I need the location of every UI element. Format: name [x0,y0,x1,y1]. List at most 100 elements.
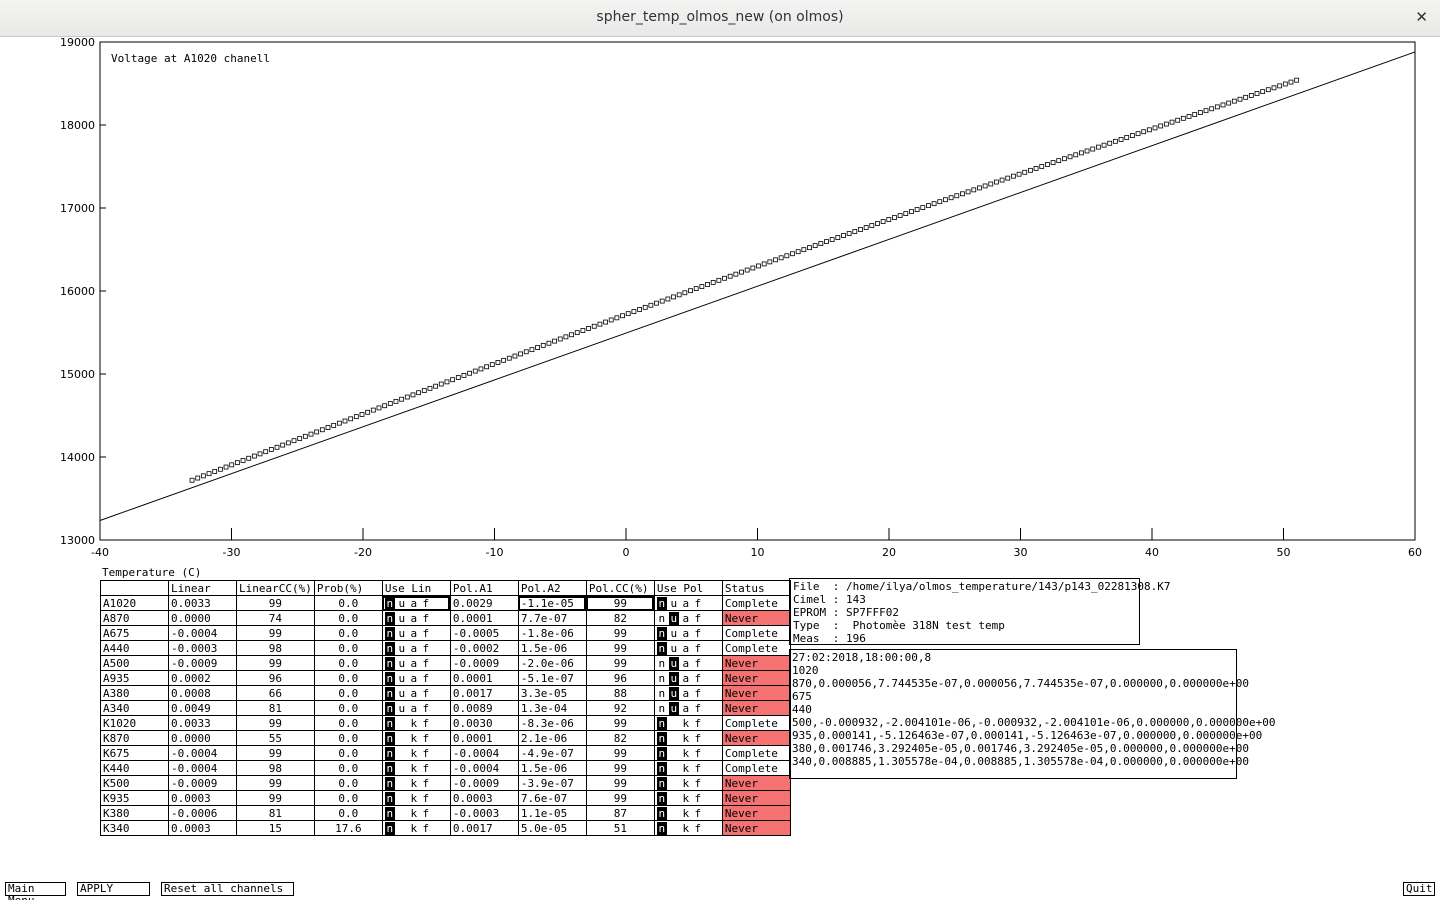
flag-toggle[interactable]: k [681,792,691,805]
table-row[interactable]: K1020 0.0033 99 0.0 n k f 0.0030 -8.3e-06 99 n kf… [100,715,791,731]
use-flags[interactable]: n kf [653,760,723,776]
flag-toggle[interactable]: k [409,807,419,820]
flag-toggle[interactable]: n [384,716,395,730]
apply-button[interactable]: APPLY [77,882,150,896]
flag-toggle[interactable]: f [421,807,431,820]
use-flags[interactable]: n kf [653,775,723,791]
flag-toggle[interactable]: f [421,747,431,760]
table-row[interactable]: A675 -0.0004 99 0.0 n u a f -0.0005 -1.8e-06 99 n u a… [100,625,791,641]
flag-toggle[interactable]: u [397,657,407,670]
flag-toggle[interactable]: a [409,657,419,670]
use-flags[interactable]: nuaf [653,610,723,626]
use-flags[interactable]: nuaf [653,655,723,671]
table-row[interactable]: K440 -0.0004 98 0.0 n k f -0.0004 1.5e-06 99 n kf… [100,760,791,776]
flag-toggle[interactable]: u [397,612,407,625]
flag-toggle[interactable]: a [409,702,419,715]
flag-toggle[interactable]: a [681,612,691,625]
use-flags[interactable]: nuaf [653,625,723,641]
use-flags[interactable]: n kf [381,805,451,821]
flag-toggle[interactable]: f [693,612,703,625]
coefficients-log[interactable]: 27:02:2018,18:00:00,8 1020 870,0.000056,7.… [789,649,1275,779]
flag-toggle[interactable]: f [693,597,703,610]
flag-toggle[interactable]: k [681,717,691,730]
flag-toggle[interactable]: f [421,702,431,715]
flag-toggle[interactable]: n [384,701,395,715]
close-icon[interactable]: ✕ [1415,8,1428,26]
use-flags[interactable]: n kf [381,730,451,746]
flag-toggle[interactable]: n [384,821,395,835]
flag-toggle[interactable]: u [668,656,679,670]
flag-toggle[interactable]: n [384,671,395,685]
table-row[interactable]: K675 -0.0004 99 0.0 n k f -0.0004 -4.9e-07 99 n k… [100,745,791,761]
use-flags[interactable]: nuaf [381,700,451,716]
flag-toggle[interactable]: n [384,731,395,745]
flag-toggle[interactable]: f [421,657,431,670]
flag-toggle[interactable]: f [693,822,703,835]
use-flags[interactable]: nuaf [381,655,451,671]
flag-toggle[interactable]: k [409,747,419,760]
use-flags[interactable]: n kf [653,805,723,821]
table-row[interactable]: A935 0.0002 96 0.0 n u a f 0.0001 -5.1e-07 96 n u a f N… [100,670,791,686]
flag-toggle[interactable]: a [409,597,419,610]
flag-toggle[interactable]: u [397,642,407,655]
use-flags[interactable]: nuaf [381,625,451,641]
flag-toggle[interactable]: f [421,612,431,625]
flag-toggle[interactable]: n [656,761,667,775]
use-flags[interactable]: nuaf [653,595,723,611]
flag-toggle[interactable]: f [693,777,703,790]
flag-toggle[interactable]: n [656,821,667,835]
use-flags[interactable]: nuaf [381,610,451,626]
flag-toggle[interactable]: a [681,687,691,700]
table-row[interactable]: K380 -0.0006 81 0.0 n k f -0.0003 1.1e-05 87 n kf… [100,805,791,821]
table-row[interactable]: A500 -0.0009 99 0.0 n u a f -0.0009 -2.0e-06 99 n u a… [100,655,791,671]
flag-toggle[interactable]: f [421,732,431,745]
flag-toggle[interactable]: f [421,687,431,700]
flag-toggle[interactable]: f [693,642,703,655]
flag-toggle[interactable]: n [657,702,667,715]
use-flags[interactable]: n kf [381,745,451,761]
use-flags[interactable]: nuaf [653,685,723,701]
flag-toggle[interactable]: u [397,672,407,685]
table-row[interactable]: A870 0.0000 74 0.0 n u a f 0.0001 7.7e-07 82 n u a f Ne… [100,610,791,626]
reset-all-channels-button[interactable]: Reset all channels [161,882,294,896]
flag-toggle[interactable]: f [421,762,431,775]
flag-toggle[interactable]: f [421,627,431,640]
flag-toggle[interactable]: n [384,746,395,760]
flag-toggle[interactable]: u [668,701,679,715]
table-row[interactable]: K935 0.0003 99 0.0 n k f 0.0003 7.6e-07 99 n k f Ne… [100,790,791,806]
flag-toggle[interactable]: a [409,687,419,700]
use-flags[interactable]: n kf [381,715,451,731]
flag-toggle[interactable]: a [409,642,419,655]
flag-toggle[interactable]: u [397,597,407,610]
flag-toggle[interactable]: n [384,626,395,640]
flag-toggle[interactable]: a [681,657,691,670]
flag-toggle[interactable]: k [681,747,691,760]
flag-toggle[interactable]: k [409,717,419,730]
flag-toggle[interactable]: n [656,641,667,655]
flag-toggle[interactable]: a [681,642,691,655]
flag-toggle[interactable]: n [657,612,667,625]
flag-toggle[interactable]: n [656,716,667,730]
flag-toggle[interactable]: f [693,657,703,670]
use-flags[interactable]: n kf [381,820,451,836]
flag-toggle[interactable]: a [681,702,691,715]
use-flags[interactable]: nuaf [381,670,451,686]
table-row[interactable]: A340 0.0049 81 0.0 n u a f 0.0089 1.3e-04 92 n u a f Ne… [100,700,791,716]
use-flags[interactable]: n kf [653,715,723,731]
flag-toggle[interactable]: k [681,807,691,820]
flag-toggle[interactable]: a [409,612,419,625]
flag-toggle[interactable]: k [681,732,691,745]
flag-toggle[interactable]: n [657,657,667,670]
flag-toggle[interactable]: n [656,791,667,805]
main-menu-button[interactable]: Main Menu [5,882,66,900]
use-flags[interactable]: n kf [381,775,451,791]
flag-toggle[interactable]: a [681,627,691,640]
flag-toggle[interactable]: n [384,596,395,610]
flag-toggle[interactable]: n [656,626,667,640]
flag-toggle[interactable]: n [384,641,395,655]
flag-toggle[interactable]: n [384,656,395,670]
use-flags[interactable]: nuaf [381,685,451,701]
flag-toggle[interactable]: f [421,717,431,730]
flag-toggle[interactable]: u [397,627,407,640]
flag-toggle[interactable]: f [421,822,431,835]
